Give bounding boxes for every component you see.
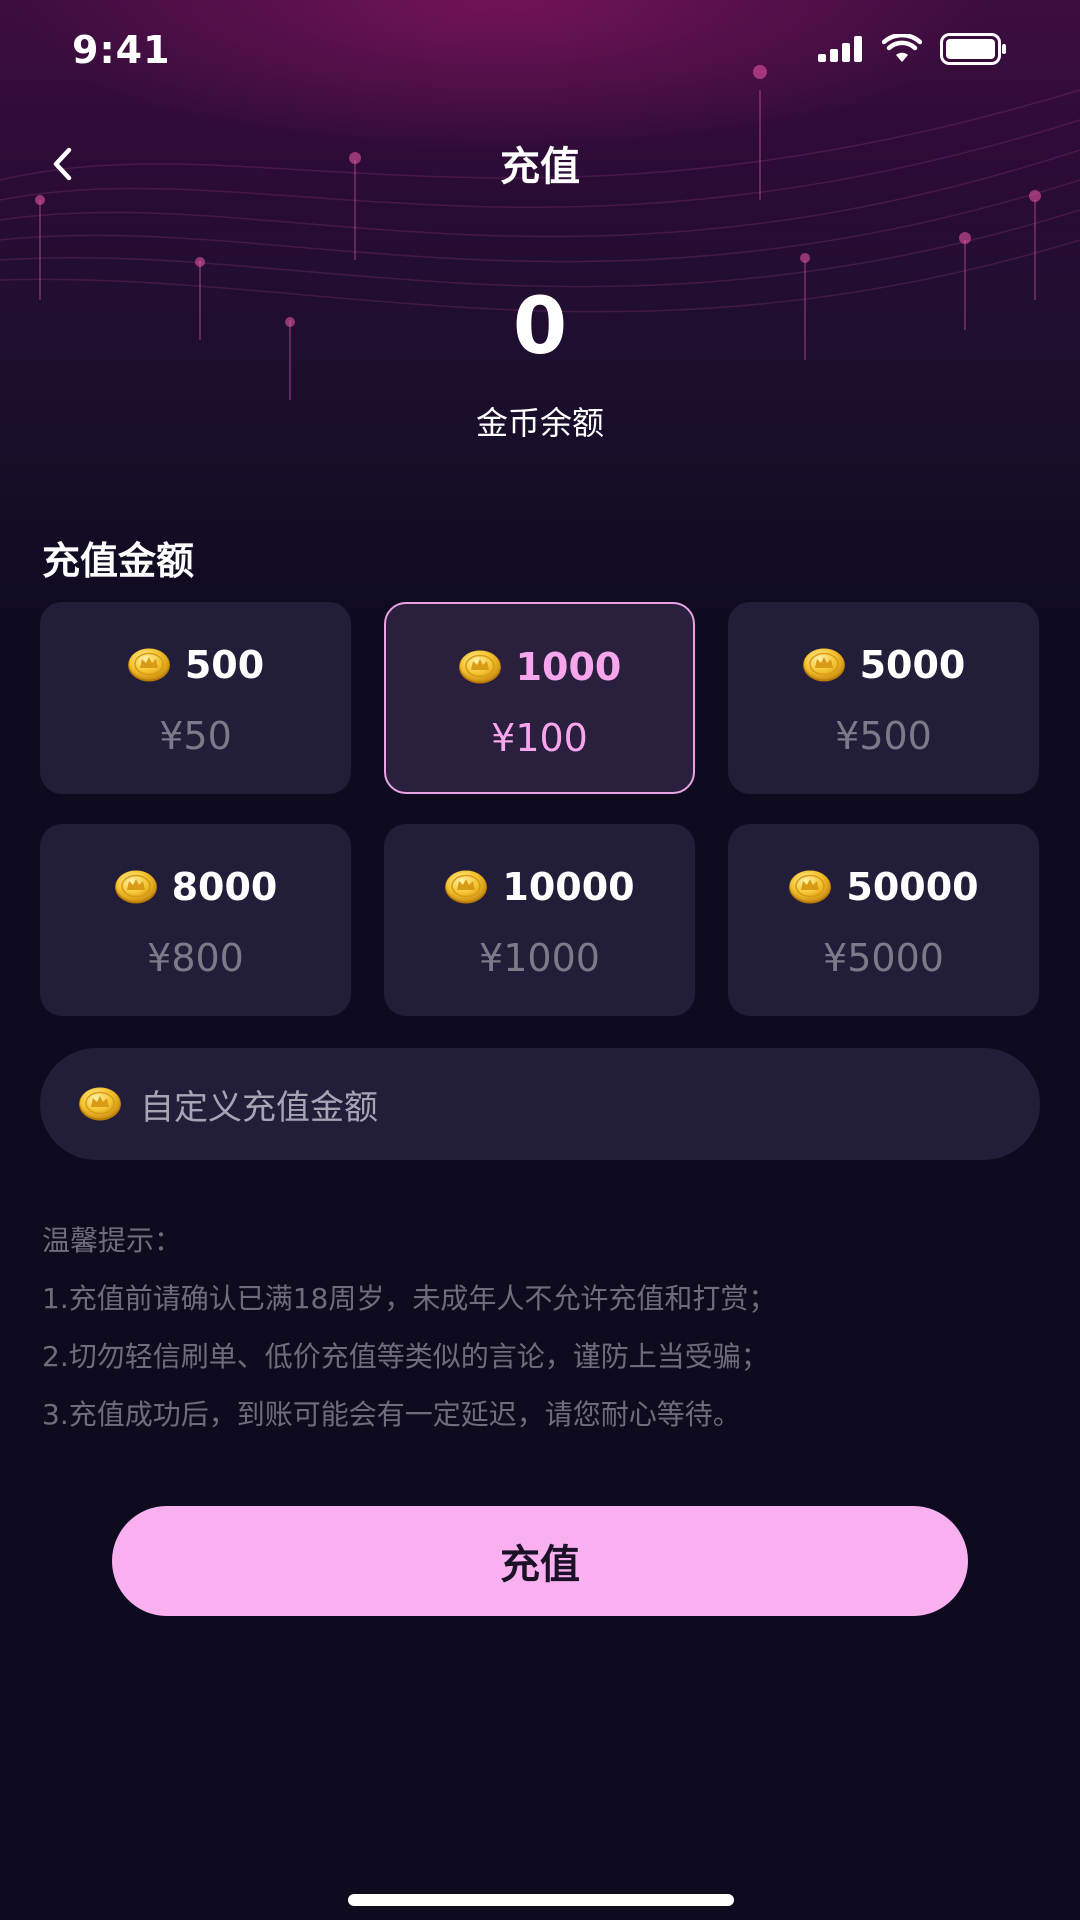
package-price: ¥800 — [147, 936, 244, 980]
coin-icon — [78, 1086, 122, 1122]
coin-amount: 50000 — [846, 865, 979, 909]
status-icons — [818, 33, 1008, 65]
page-title: 充值 — [500, 144, 580, 190]
recharge-amount-title: 充值金额 — [42, 539, 195, 583]
wifi-icon — [882, 34, 922, 62]
card-coins: 8000 — [40, 862, 351, 912]
custom-amount-placeholder: 自定义充值金额 — [140, 1087, 378, 1128]
package-price: ¥500 — [835, 714, 932, 758]
package-card-5000[interactable]: 5000 ¥500 — [728, 602, 1039, 794]
recharge-screen: 9:41 充值 0 金币余额 充值金额 500 ¥50 1000 ¥100 50… — [0, 0, 1080, 1920]
coin-icon — [114, 869, 158, 905]
package-price: ¥100 — [491, 716, 588, 760]
package-price: ¥50 — [159, 714, 232, 758]
package-grid: 500 ¥50 1000 ¥100 5000 ¥500 8000 ¥800 10… — [40, 602, 1040, 1016]
package-card-8000[interactable]: 8000 ¥800 — [40, 824, 351, 1016]
coin-amount: 500 — [184, 643, 265, 687]
card-coins: 10000 — [384, 862, 695, 912]
status-bar: 9:41 — [0, 0, 1080, 100]
coin-icon — [458, 649, 502, 685]
card-coins: 5000 — [728, 640, 1039, 690]
package-card-500[interactable]: 500 ¥50 — [40, 602, 351, 794]
card-coins: 50000 — [728, 862, 1039, 912]
package-card-50000[interactable]: 50000 ¥5000 — [728, 824, 1039, 1016]
coin-icon — [802, 647, 846, 683]
coin-icon — [127, 647, 171, 683]
tip-line: 3.充值成功后，到账可能会有一定延迟，请您耐心等待。 — [42, 1398, 741, 1431]
navigation-bar: 充值 — [0, 120, 1080, 200]
signal-icon — [818, 36, 862, 62]
recharge-button[interactable]: 充值 — [112, 1506, 968, 1616]
custom-amount-input[interactable]: 自定义充值金额 — [40, 1048, 1040, 1160]
tips-title: 温馨提示： — [42, 1224, 183, 1257]
coin-amount: 8000 — [171, 865, 278, 909]
package-price: ¥5000 — [823, 936, 944, 980]
coin-balance-value: 0 — [512, 282, 568, 372]
home-indicator — [348, 1894, 734, 1906]
coin-amount: 5000 — [859, 643, 966, 687]
package-card-1000[interactable]: 1000 ¥100 — [384, 602, 695, 794]
card-coins: 500 — [40, 640, 351, 690]
tip-line: 2.切勿轻信刷单、低价充值等类似的言论，谨防上当受骗； — [42, 1340, 769, 1373]
coin-icon — [444, 869, 488, 905]
package-card-10000[interactable]: 10000 ¥1000 — [384, 824, 695, 1016]
coin-balance-label: 金币余额 — [475, 404, 604, 442]
tips-section: 温馨提示： 1.充值前请确认已满18周岁，未成年人不允许充值和打赏； 2.切勿轻… — [42, 1212, 1042, 1444]
package-price: ¥1000 — [479, 936, 600, 980]
coin-amount: 1000 — [515, 645, 622, 689]
tip-line: 1.充值前请确认已满18周岁，未成年人不允许充值和打赏； — [42, 1282, 777, 1315]
coin-amount: 10000 — [502, 865, 635, 909]
status-time: 9:41 — [72, 28, 171, 72]
card-coins: 1000 — [386, 642, 693, 692]
coin-icon — [788, 869, 832, 905]
battery-icon — [940, 33, 1006, 65]
